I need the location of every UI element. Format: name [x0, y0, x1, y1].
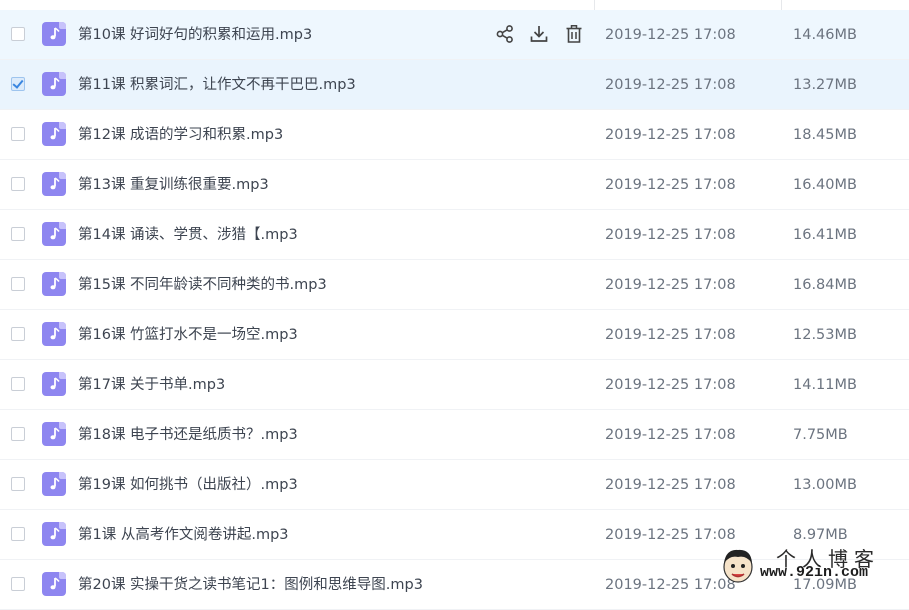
modified-date: 2019-12-25 17:08: [605, 227, 736, 243]
row-checkbox[interactable]: [11, 377, 25, 391]
row-checkbox[interactable]: [11, 77, 25, 91]
file-name[interactable]: 第14课 诵读、学贯、涉猎【.mp3: [78, 210, 298, 260]
audio-file-icon: [42, 472, 66, 496]
row-checkbox[interactable]: [11, 477, 25, 491]
file-row[interactable]: 第10课 好词好句的积累和运用.mp3 2019-12-25 17:08 14.46…: [0, 10, 909, 60]
file-size: 13.27MB: [793, 77, 857, 93]
audio-file-icon: [42, 372, 66, 396]
modified-date: 2019-12-25 17:08: [605, 377, 736, 393]
file-size: 16.40MB: [793, 177, 857, 193]
file-name[interactable]: 第15课 不同年龄读不同种类的书.mp3: [78, 260, 327, 310]
audio-file-icon: [42, 522, 66, 546]
file-row[interactable]: 第13课 重复训练很重要.mp3 2019-12-25 17:08 16.40MB: [0, 160, 909, 210]
file-size: 18.45MB: [793, 127, 857, 143]
row-checkbox[interactable]: [11, 577, 25, 591]
file-row[interactable]: 第11课 积累词汇，让作文不再干巴巴.mp3 2019-12-25 17:08 13…: [0, 60, 909, 110]
file-name[interactable]: 第16课 竹篮打水不是一场空.mp3: [78, 310, 298, 360]
file-row[interactable]: 第15课 不同年龄读不同种类的书.mp3 2019-12-25 17:08 16.8…: [0, 260, 909, 310]
row-checkbox[interactable]: [11, 27, 25, 41]
row-checkbox[interactable]: [11, 427, 25, 441]
row-checkbox[interactable]: [11, 227, 25, 241]
audio-file-icon: [42, 222, 66, 246]
modified-date: 2019-12-25 17:08: [605, 77, 736, 93]
file-list: 第10课 好词好句的积累和运用.mp3 2019-12-25 17:08 14.46…: [0, 10, 909, 610]
modified-date: 2019-12-25 17:08: [605, 427, 736, 443]
audio-file-icon: [42, 322, 66, 346]
file-size: 13.00MB: [793, 477, 857, 493]
file-name[interactable]: 第1课 从高考作文阅卷讲起.mp3: [78, 510, 289, 560]
modified-date: 2019-12-25 17:08: [605, 127, 736, 143]
file-row[interactable]: 第14课 诵读、学贯、涉猎【.mp3 2019-12-25 17:08 16.41M…: [0, 210, 909, 260]
audio-file-icon: [42, 272, 66, 296]
watermark: 个人博客 www.92in.com: [716, 541, 909, 585]
file-name[interactable]: 第20课 实操干货之读书笔记1：图例和思维导图.mp3: [78, 560, 423, 610]
audio-file-icon: [42, 572, 66, 596]
file-size: 7.75MB: [793, 427, 848, 443]
row-checkbox[interactable]: [11, 127, 25, 141]
file-row[interactable]: 第19课 如何挑书（出版社）.mp3 2019-12-25 17:08 13.00M…: [0, 460, 909, 510]
file-size: 14.11MB: [793, 377, 857, 393]
watermark-url: www.92in.com: [760, 564, 869, 581]
file-size: 16.84MB: [793, 277, 857, 293]
file-size: 16.41MB: [793, 227, 857, 243]
file-name[interactable]: 第19课 如何挑书（出版社）.mp3: [78, 460, 298, 510]
file-name[interactable]: 第18课 电子书还是纸质书？.mp3: [78, 410, 298, 460]
file-name[interactable]: 第13课 重复训练很重要.mp3: [78, 160, 269, 210]
file-row[interactable]: 第18课 电子书还是纸质书？.mp3 2019-12-25 17:08 7.75MB: [0, 410, 909, 460]
file-row[interactable]: 第16课 竹篮打水不是一场空.mp3 2019-12-25 17:08 12.53M…: [0, 310, 909, 360]
audio-file-icon: [42, 172, 66, 196]
file-size: 14.46MB: [793, 27, 857, 43]
modified-date: 2019-12-25 17:08: [605, 277, 736, 293]
file-name[interactable]: 第10课 好词好句的积累和运用.mp3: [78, 10, 312, 60]
row-checkbox[interactable]: [11, 527, 25, 541]
file-name[interactable]: 第12课 成语的学习和积累.mp3: [78, 110, 283, 160]
audio-file-icon: [42, 422, 66, 446]
audio-file-icon: [42, 22, 66, 46]
modified-date: 2019-12-25 17:08: [605, 27, 736, 43]
column-divider: [781, 0, 782, 10]
row-checkbox[interactable]: [11, 177, 25, 191]
file-name[interactable]: 第17课 关于书单.mp3: [78, 360, 225, 410]
file-row[interactable]: 第12课 成语的学习和积累.mp3 2019-12-25 17:08 18.45MB: [0, 110, 909, 160]
avatar: [723, 549, 753, 583]
modified-date: 2019-12-25 17:08: [605, 327, 736, 343]
audio-file-icon: [42, 72, 66, 96]
audio-file-icon: [42, 122, 66, 146]
download-icon[interactable]: [528, 23, 550, 45]
column-divider: [594, 0, 595, 10]
share-icon[interactable]: [494, 23, 516, 45]
file-size: 12.53MB: [793, 327, 857, 343]
row-checkbox[interactable]: [11, 277, 25, 291]
file-name[interactable]: 第11课 积累词汇，让作文不再干巴巴.mp3: [78, 60, 356, 110]
delete-icon[interactable]: [563, 23, 585, 45]
row-checkbox[interactable]: [11, 327, 25, 341]
file-row[interactable]: 第17课 关于书单.mp3 2019-12-25 17:08 14.11MB: [0, 360, 909, 410]
modified-date: 2019-12-25 17:08: [605, 477, 736, 493]
modified-date: 2019-12-25 17:08: [605, 177, 736, 193]
